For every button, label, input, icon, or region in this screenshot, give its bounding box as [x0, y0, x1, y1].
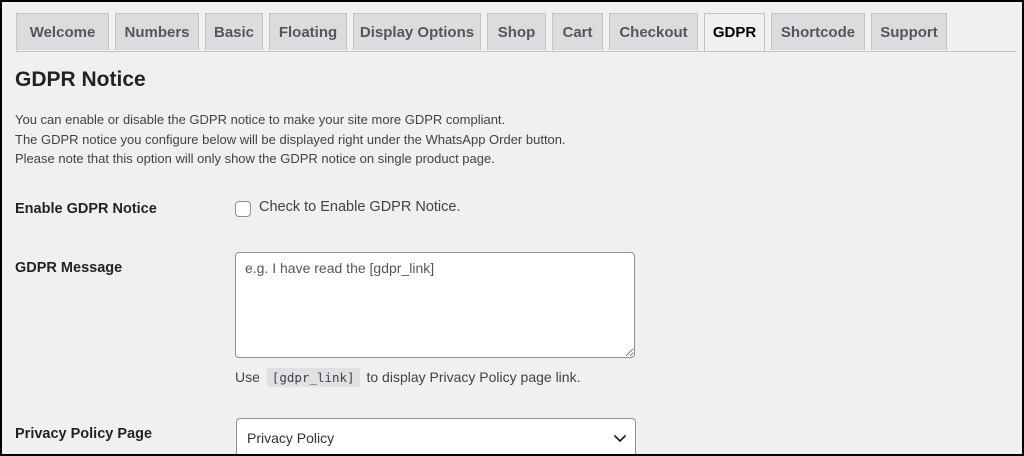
gdpr-message-textarea[interactable]	[235, 252, 635, 358]
section-title: GDPR Notice	[15, 68, 146, 91]
tab-basic[interactable]: Basic	[205, 13, 263, 50]
section-description: You can enable or disable the GDPR notic…	[15, 110, 566, 169]
help-text-suffix: to display Privacy Policy page link.	[366, 369, 581, 385]
description-line: The GDPR notice you configure below will…	[15, 131, 566, 147]
tab-checkout[interactable]: Checkout	[609, 13, 698, 50]
tab-numbers[interactable]: Numbers	[115, 13, 199, 50]
privacy-policy-label: Privacy Policy Page	[15, 426, 153, 442]
description-line: You can enable or disable the GDPR notic…	[15, 112, 506, 127]
enable-gdpr-checkbox-label[interactable]: Check to Enable GDPR Notice.	[259, 199, 460, 215]
help-text-prefix: Use	[235, 369, 260, 385]
gdpr-link-shortcode: [gdpr_link]	[266, 368, 360, 387]
tab-floating[interactable]: Floating	[269, 13, 347, 50]
gdpr-message-label: GDPR Message	[15, 260, 123, 276]
gdpr-message-help: Use [gdpr_link] to display Privacy Polic…	[235, 368, 581, 387]
chevron-down-icon	[614, 435, 626, 442]
tab-shop[interactable]: Shop	[487, 13, 546, 50]
enable-gdpr-label: Enable GDPR Notice	[15, 201, 157, 217]
tab-cart[interactable]: Cart	[552, 13, 603, 50]
settings-page: Welcome Numbers Basic Floating Display O…	[2, 2, 1022, 454]
tab-display-options[interactable]: Display Options	[353, 13, 481, 50]
enable-gdpr-checkbox[interactable]	[235, 201, 251, 217]
tab-support[interactable]: Support	[871, 13, 947, 50]
settings-tabs: Welcome Numbers Basic Floating Display O…	[16, 13, 1016, 52]
tab-gdpr[interactable]: GDPR	[704, 13, 765, 51]
description-line: Please note that this option will only s…	[15, 151, 495, 166]
tab-welcome[interactable]: Welcome	[16, 13, 109, 50]
tab-shortcode[interactable]: Shortcode	[771, 13, 865, 50]
privacy-policy-select[interactable]: Privacy Policy	[236, 418, 636, 454]
privacy-policy-selected-value: Privacy Policy	[247, 430, 335, 446]
